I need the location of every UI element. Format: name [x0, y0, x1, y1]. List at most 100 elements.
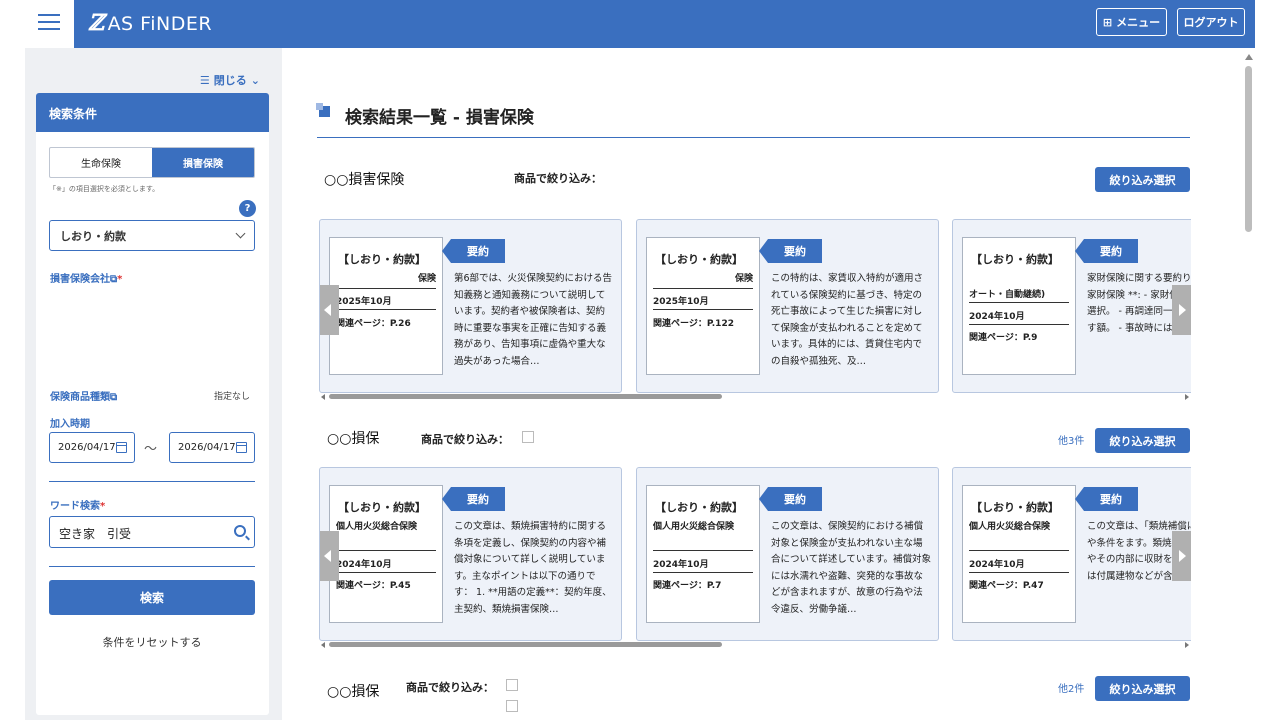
more-count-link[interactable]: 他3件	[1058, 432, 1084, 447]
filter-select-button[interactable]: 絞り込み選択	[1095, 676, 1190, 701]
grid-icon: ⊞	[1102, 15, 1113, 29]
result-card[interactable]: 【しおり・約款】 個人用火災総合保険 2024年10月 関連ページ：P.7 要約…	[636, 467, 939, 641]
summary-text: 第6部では、火災保険契約における告知義務と通知義務について説明しています。契約者…	[454, 273, 613, 367]
summary-tag: 要約	[1075, 487, 1138, 511]
document-date: 2025年10月	[336, 297, 392, 307]
divider	[969, 572, 1069, 573]
product-filter-checkbox[interactable]	[522, 431, 534, 443]
menu-button[interactable]: ⊞ メニュー	[1096, 8, 1167, 36]
scroll-thumb[interactable]	[329, 642, 722, 647]
product-filter-label: 商品で絞り込み：	[406, 681, 494, 694]
vertical-scrollbar[interactable]	[1242, 48, 1255, 720]
date-range-separator: ～	[144, 442, 158, 457]
product-name: 個人用火災総合保険	[653, 522, 735, 532]
product-name: 保険	[734, 274, 753, 284]
company-name: ○○損保	[327, 431, 380, 447]
carousel-next-button[interactable]	[1172, 285, 1191, 335]
horizontal-scrollbar[interactable]	[319, 641, 1191, 649]
required-mark: *	[100, 501, 106, 512]
tab-life-insurance[interactable]: 生命保険	[50, 148, 152, 177]
carousel-prev-button[interactable]	[320, 285, 339, 335]
product-filter-checkbox[interactable]	[506, 700, 518, 712]
product-name: 個人用火災総合保険	[969, 522, 1051, 532]
calendar-icon[interactable]	[116, 442, 127, 453]
card-title: 【しおり・約款】	[971, 501, 1059, 514]
scroll-thumb[interactable]	[329, 394, 722, 399]
tab-non-life-insurance[interactable]: 損害保険	[152, 148, 254, 177]
product-name: 個人用火災総合保険	[336, 522, 418, 532]
product-type-label[interactable]: 保険商品種類⧉	[50, 388, 117, 403]
search-conditions-panel: 検索条件 生命保険 損害保険 「※」の項目選択を必須とします。 ? しおり・約款…	[36, 93, 269, 715]
document-date: 2024年10月	[969, 312, 1025, 322]
divider	[336, 572, 436, 573]
word-search-input[interactable]: 空き家 引受	[49, 516, 255, 548]
required-mark: *	[117, 274, 123, 285]
page-title: 検索結果一覧 - 損害保険	[345, 108, 534, 128]
search-icon[interactable]	[234, 525, 246, 537]
divider	[336, 309, 436, 310]
period-label: 加入時期	[50, 419, 90, 430]
scroll-thumb[interactable]	[1245, 66, 1252, 232]
related-page: 関連ページ：P.47	[969, 581, 1044, 591]
product-type-label-text: 保険商品種類	[50, 392, 110, 403]
scroll-right-icon[interactable]	[1185, 642, 1189, 648]
document-info: 【しおり・約款】 個人用火災総合保険 2024年10月 関連ページ：P.47	[962, 485, 1076, 623]
hamburger-menu-icon[interactable]	[25, 0, 74, 48]
date-to-input[interactable]: 2026/04/17	[169, 432, 255, 463]
scroll-right-icon[interactable]	[1185, 394, 1189, 400]
help-icon[interactable]: ?	[239, 200, 256, 217]
scroll-up-icon[interactable]	[1245, 54, 1253, 60]
document-date: 2024年10月	[969, 560, 1025, 570]
summary-tag: 要約	[442, 239, 505, 263]
result-card[interactable]: 【しおり・約款】 保険 2025年10月 関連ページ：P.26 要約 第6部では…	[319, 219, 622, 393]
reset-conditions-link[interactable]: 条件をリセットする	[49, 634, 255, 650]
date-from-value: 2026/04/17	[58, 442, 116, 453]
filter-select-button[interactable]: 絞り込み選択	[1095, 428, 1190, 453]
document-type-select[interactable]: しおり・約款	[49, 220, 255, 251]
company-label-text: 損害保険会社	[50, 274, 110, 285]
app-header: ℤ AS FiNDER ⊞ メニュー ログアウト	[25, 0, 1255, 48]
product-filter-checkbox[interactable]	[506, 679, 518, 691]
search-button[interactable]: 検索	[49, 580, 255, 615]
document-date: 2025年10月	[653, 297, 709, 307]
result-card[interactable]: 【しおり・約款】 オート・自動継続) 2024年10月 関連ページ：P.9 要約…	[952, 219, 1191, 393]
required-note: 「※」の項目選択を必須とします。	[49, 185, 160, 193]
result-card[interactable]: 【しおり・約款】 保険 2025年10月 関連ページ：P.122 要約 この特約…	[636, 219, 939, 393]
divider	[336, 288, 436, 289]
menu-button-label: メニュー	[1116, 16, 1161, 29]
product-filter-label: 商品で絞り込み：	[421, 433, 509, 446]
calendar-icon[interactable]	[236, 442, 247, 453]
carousel-next-button[interactable]	[1172, 531, 1191, 581]
carousel-prev-button[interactable]	[320, 531, 339, 581]
document-info: 【しおり・約款】 個人用火災総合保険 2024年10月 関連ページ：P.7	[646, 485, 760, 623]
summary-tag: 要約	[759, 239, 822, 263]
document-info: 【しおり・約款】 個人用火災総合保険 2024年10月 関連ページ：P.45	[329, 485, 443, 623]
chevron-down-icon	[235, 228, 246, 239]
summary-text: この文章は、保険契約における補償対象と保険金が支払われない主な場合について詳述し…	[771, 521, 931, 615]
sidebar: ☰ 閉じる ⌄ 検索条件 生命保険 損害保険 「※」の項目選択を必須とします。 …	[25, 48, 282, 720]
sliders-icon: ☰	[199, 73, 210, 87]
logo-text: AS FiNDER	[107, 13, 213, 35]
result-card[interactable]: 【しおり・約款】 個人用火災総合保険 2024年10月 関連ページ：P.45 要…	[319, 467, 622, 641]
close-sidebar-toggle[interactable]: ☰ 閉じる ⌄	[200, 72, 260, 88]
divider	[653, 572, 753, 573]
scroll-left-icon[interactable]	[321, 394, 325, 400]
document-type-value: しおり・約款	[60, 230, 126, 243]
filter-select-button[interactable]: 絞り込み選択	[1095, 167, 1190, 192]
logo-mark: ℤ	[88, 10, 105, 36]
scroll-left-icon[interactable]	[321, 642, 325, 648]
more-count-link[interactable]: 他2件	[1058, 680, 1084, 695]
divider	[653, 550, 753, 551]
product-filter-label: 商品で絞り込み：	[514, 172, 602, 185]
result-card[interactable]: 【しおり・約款】 個人用火災総合保険 2024年10月 関連ページ：P.47 要…	[952, 467, 1191, 641]
date-from-input[interactable]: 2026/04/17	[49, 432, 135, 463]
document-date: 2024年10月	[336, 560, 392, 570]
card-title: 【しおり・約款】	[655, 253, 743, 266]
divider	[653, 288, 753, 289]
card-title: 【しおり・約款】	[655, 501, 743, 514]
logout-button[interactable]: ログアウト	[1177, 8, 1245, 36]
company-label[interactable]: 損害保険会社⧉*	[50, 270, 122, 285]
summary-tag: 要約	[759, 487, 822, 511]
horizontal-scrollbar[interactable]	[319, 393, 1191, 401]
title-underline	[317, 137, 1190, 138]
